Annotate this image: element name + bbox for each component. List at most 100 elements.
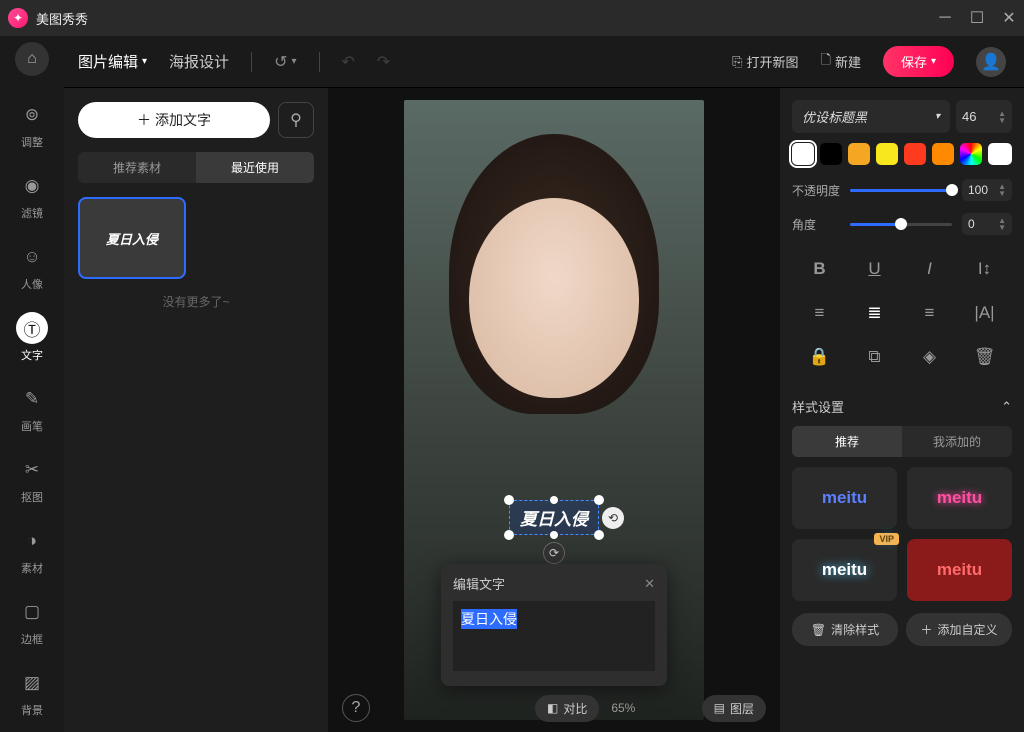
- rotate-icon: ⟳: [549, 546, 559, 560]
- preset-style-1[interactable]: meitu: [792, 467, 897, 529]
- compare-button[interactable]: ◧对比: [535, 695, 599, 722]
- undo-button[interactable]: ↶: [342, 52, 355, 72]
- open-new-button[interactable]: ⎘打开新图: [732, 52, 798, 71]
- sidebar-item-filter[interactable]: ◉滤镜: [0, 163, 64, 228]
- filter-button[interactable]: ⚲: [278, 102, 314, 138]
- sidebar-item-cutout[interactable]: ✂抠图: [0, 447, 64, 512]
- resize-handle-tm[interactable]: [550, 496, 558, 504]
- bold-button[interactable]: B: [792, 247, 847, 291]
- duplicate-button[interactable]: ⧉: [847, 335, 902, 379]
- rotate-handle[interactable]: ⟳: [543, 542, 565, 564]
- lock-button[interactable]: 🔒: [792, 335, 847, 379]
- color-yellow[interactable]: [876, 143, 898, 165]
- sidebar-item-adjust[interactable]: ⊚调整: [0, 92, 64, 157]
- color-orange[interactable]: [848, 143, 870, 165]
- chevron-up-icon: ⌃: [1001, 399, 1012, 415]
- resize-handle-tr[interactable]: [594, 495, 604, 505]
- maximize-button[interactable]: ☐: [970, 11, 984, 25]
- tab-recent[interactable]: 最近使用: [196, 152, 314, 183]
- preset-style-3[interactable]: meituVIP: [792, 539, 897, 601]
- tab-image-edit[interactable]: 图片编辑▾: [78, 51, 147, 72]
- portrait-icon: ☺: [23, 247, 40, 267]
- layers-button[interactable]: ▤图层: [702, 695, 766, 722]
- resize-handle-bm[interactable]: [550, 531, 558, 539]
- opacity-slider[interactable]: [850, 189, 952, 192]
- import-icon: ⎘: [732, 54, 742, 70]
- chevron-down-icon: ▾: [931, 56, 936, 67]
- sidebar: ⌂ ⊚调整 ◉滤镜 ☺人像 Ⓣ文字 ✎画笔 ✂抠图 ◑素材 ▢边框 ▨背景: [0, 36, 64, 732]
- canvas-area[interactable]: 夏日入侵 ⟲ ⟳ 编辑文字 ✕ ? ◧对比 65% ▤图: [328, 88, 780, 732]
- close-popup-button[interactable]: ✕: [644, 576, 655, 592]
- color-swatches: [792, 143, 1012, 165]
- underline-button[interactable]: U: [847, 247, 902, 291]
- color-black[interactable]: [820, 143, 842, 165]
- angle-value[interactable]: 0▲▼: [962, 213, 1012, 235]
- history-button[interactable]: ↺▾: [274, 52, 296, 72]
- filter-icon: ◉: [25, 176, 40, 196]
- angle-slider[interactable]: [850, 223, 952, 226]
- vertical-text-button[interactable]: I↕: [957, 247, 1012, 291]
- preset-tab-mine[interactable]: 我添加的: [902, 426, 1012, 457]
- sidebar-item-material[interactable]: ◑素材: [0, 518, 64, 583]
- new-doc-button[interactable]: 🗋新建: [820, 51, 860, 73]
- font-select[interactable]: 优设标题黑▾: [792, 100, 950, 133]
- opacity-value[interactable]: 100▲▼: [962, 179, 1012, 201]
- style-section-header[interactable]: 样式设置 ⌃: [792, 387, 1012, 426]
- preset-style-2[interactable]: meitu: [907, 467, 1012, 529]
- save-button[interactable]: 保存▾: [883, 46, 954, 77]
- cutout-icon: ✂: [25, 460, 39, 480]
- text-selection[interactable]: 夏日入侵 ⟲ ⟳: [509, 500, 599, 535]
- layer-order-button[interactable]: ◈: [902, 335, 957, 379]
- resize-handle-br[interactable]: [594, 530, 604, 540]
- add-custom-button[interactable]: ＋添加自定义: [906, 613, 1012, 646]
- sliders-icon: ⚲: [290, 110, 302, 130]
- resize-handle-tl[interactable]: [504, 495, 514, 505]
- color-white[interactable]: [792, 143, 814, 165]
- edit-text-input[interactable]: [453, 601, 655, 671]
- minimize-button[interactable]: ─: [938, 11, 952, 25]
- align-center-button[interactable]: ≣: [847, 291, 902, 335]
- preset-style-4[interactable]: meitu: [907, 539, 1012, 601]
- help-button[interactable]: ?: [342, 694, 370, 722]
- user-avatar[interactable]: 👤: [976, 47, 1006, 77]
- chevron-down-icon: ▾: [935, 111, 940, 122]
- sidebar-item-frame[interactable]: ▢边框: [0, 589, 64, 654]
- brush-icon: ✎: [25, 389, 39, 409]
- right-panel: 优设标题黑▾ 46▲▼ 不透明度 100▲▼ 角度 0▲▼ B U I: [780, 88, 1024, 732]
- home-button[interactable]: ⌂: [15, 42, 49, 76]
- add-text-button[interactable]: ＋添加文字: [78, 102, 270, 138]
- italic-button[interactable]: I: [902, 247, 957, 291]
- edit-text-popup: 编辑文字 ✕: [441, 564, 667, 686]
- layers-icon: ▤: [714, 701, 725, 715]
- align-left-button[interactable]: ≡: [792, 291, 847, 335]
- sidebar-item-bg[interactable]: ▨背景: [0, 660, 64, 725]
- close-button[interactable]: ✕: [1002, 11, 1016, 25]
- preset-tab-recommend[interactable]: 推荐: [792, 426, 902, 457]
- font-size-input[interactable]: 46▲▼: [956, 100, 1012, 133]
- sidebar-item-brush[interactable]: ✎画笔: [0, 376, 64, 441]
- toolbar: 图片编辑▾ 海报设计 ↺▾ ↶ ↷ ⎘打开新图 🗋新建 保存▾ 👤: [0, 36, 1024, 88]
- sidebar-item-portrait[interactable]: ☺人像: [0, 234, 64, 299]
- text-template-item[interactable]: 夏日入侵: [78, 197, 186, 279]
- color-orange2[interactable]: [932, 143, 954, 165]
- sidebar-item-text[interactable]: Ⓣ文字: [0, 305, 64, 370]
- color-picker[interactable]: [960, 143, 982, 165]
- resize-handle-bl[interactable]: [504, 530, 514, 540]
- material-tabs: 推荐素材 最近使用: [78, 152, 314, 183]
- frame-icon: ▢: [24, 602, 40, 622]
- redo-button[interactable]: ↷: [377, 52, 390, 72]
- letter-spacing-button[interactable]: |A|: [957, 291, 1012, 335]
- adjust-icon: ⊚: [25, 105, 39, 125]
- align-right-button[interactable]: ≡: [902, 291, 957, 335]
- clear-style-button[interactable]: 🗑清除样式: [792, 613, 898, 646]
- angle-label: 角度: [792, 216, 840, 233]
- color-custom[interactable]: [988, 143, 1012, 165]
- tab-recommend[interactable]: 推荐素材: [78, 152, 196, 183]
- link-handle[interactable]: ⟲: [602, 507, 624, 529]
- material-icon: ◑: [27, 531, 37, 551]
- zoom-level[interactable]: 65%: [611, 701, 635, 715]
- color-red[interactable]: [904, 143, 926, 165]
- delete-button[interactable]: 🗑: [957, 335, 1012, 379]
- tab-poster-design[interactable]: 海报设计: [169, 51, 229, 72]
- link-icon: ⟲: [608, 511, 618, 525]
